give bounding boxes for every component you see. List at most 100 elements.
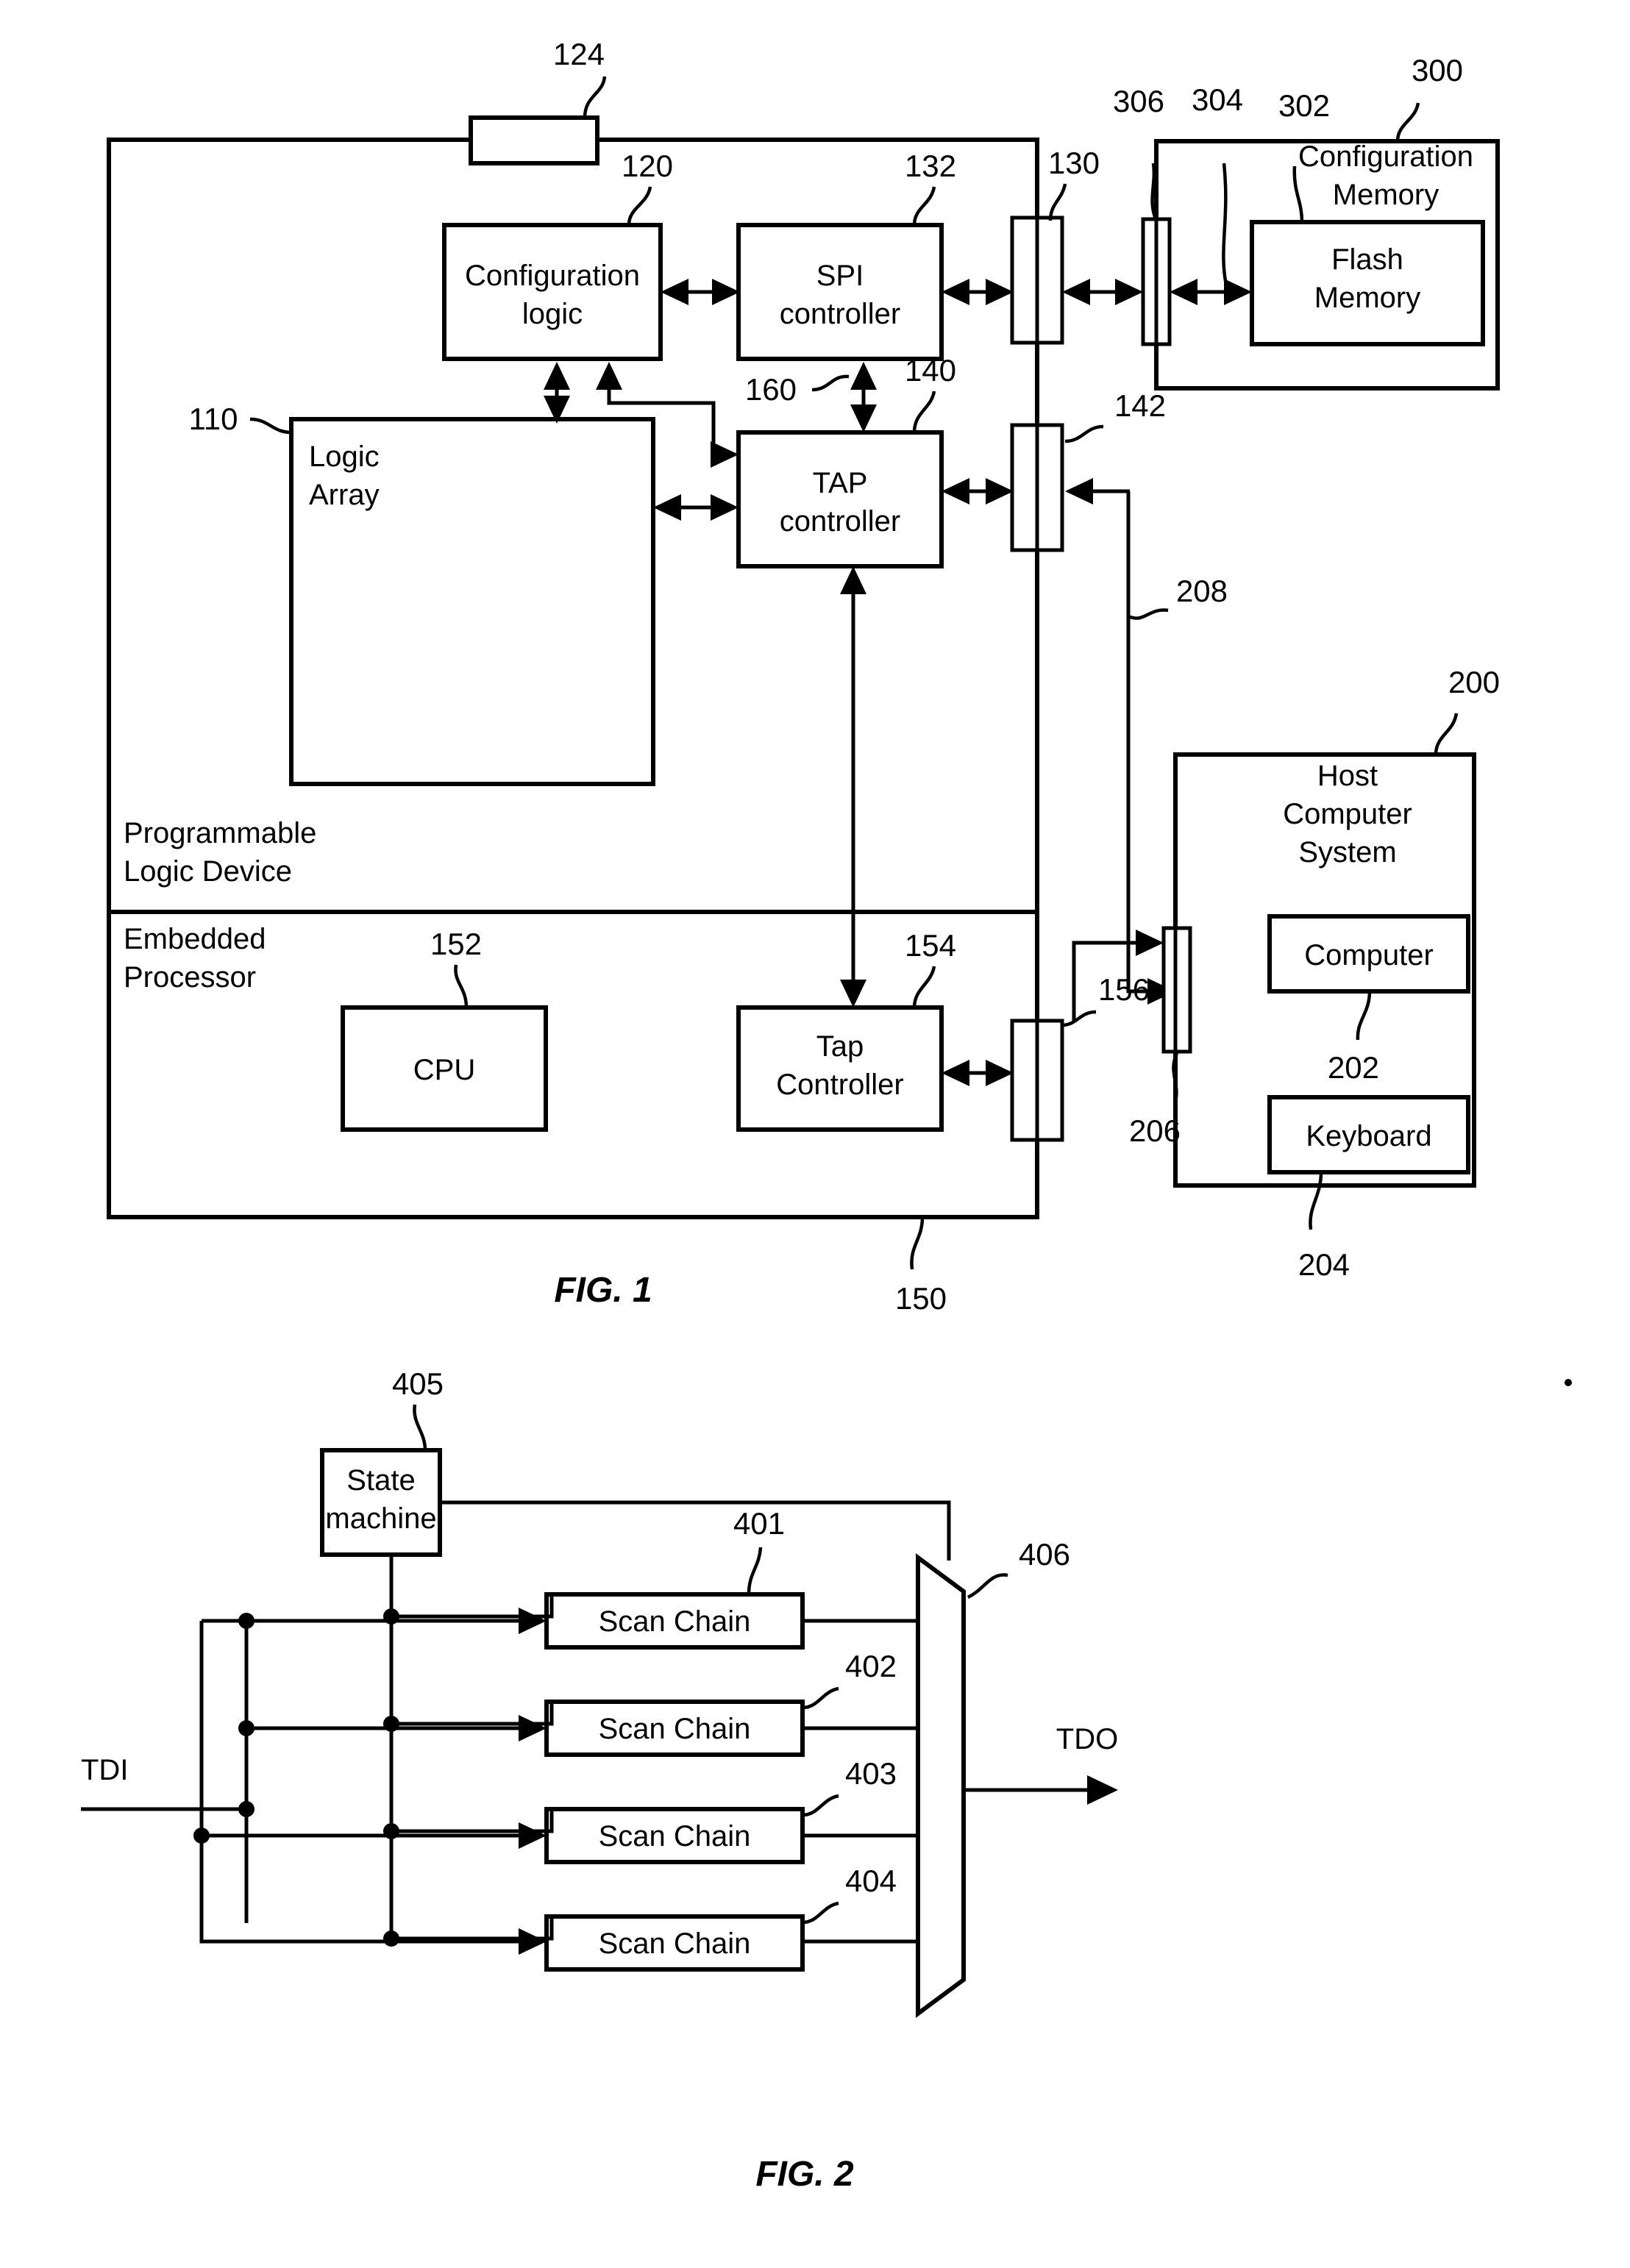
leader-406 xyxy=(967,1573,1008,1600)
leader-302 xyxy=(1292,165,1304,223)
leader-152 xyxy=(454,964,469,1008)
leader-402 xyxy=(802,1686,839,1710)
tdo-label: TDO xyxy=(1056,1723,1118,1755)
leader-404 xyxy=(802,1901,839,1925)
leader-304 xyxy=(1222,163,1229,289)
scan-chain-label-1: Scan Chain xyxy=(599,1605,751,1638)
leader-401 xyxy=(747,1547,763,1595)
computer-label: Computer xyxy=(1304,939,1434,971)
ref-405: 405 xyxy=(392,1366,444,1401)
ref-208: 208 xyxy=(1176,574,1228,608)
tap-controller-label-line2: controller xyxy=(780,505,901,538)
arrow-tapcontroller-pad156 xyxy=(942,1060,1014,1086)
leader-208 xyxy=(1128,608,1169,620)
ref-403: 403 xyxy=(845,1756,897,1791)
ref-302: 302 xyxy=(1278,88,1330,123)
configuration-logic-box xyxy=(442,223,663,361)
drawing-sheet: 124 Configuration logic 120 SPI controll… xyxy=(0,0,1630,2268)
leader-403 xyxy=(802,1794,839,1817)
figure-1: 124 Configuration logic 120 SPI controll… xyxy=(107,37,1500,1316)
arrow-configlogic-spi xyxy=(661,279,740,305)
spi-controller-label-line1: SPI xyxy=(816,260,864,292)
flash-memory-label-line1: Flash xyxy=(1331,243,1403,276)
leader-110 xyxy=(249,417,292,435)
arrow-tap-pad142 xyxy=(942,478,1014,504)
leader-156 xyxy=(1061,1010,1097,1027)
pad-306 xyxy=(1141,217,1172,346)
pad-124 xyxy=(469,115,599,165)
ref-160: 160 xyxy=(745,372,797,407)
tap-controller2-label-line2: Controller xyxy=(776,1069,903,1101)
ref-154: 154 xyxy=(905,928,956,963)
tap-controller-box xyxy=(736,430,944,568)
host-label-line1: Host xyxy=(1317,760,1378,792)
pld-label-line2: Logic Device xyxy=(124,855,292,888)
host-label-line2: Computer xyxy=(1283,798,1412,830)
arrow-configlogic-logicarray xyxy=(544,362,570,424)
leader-140 xyxy=(912,391,936,433)
ref-206: 206 xyxy=(1129,1113,1181,1148)
flash-memory-label-line2: Memory xyxy=(1314,282,1420,314)
pld-label-line1: Programmable xyxy=(124,817,316,849)
logic-array-label-line2: Array xyxy=(309,479,380,511)
tap-controller2-label-line1: Tap xyxy=(816,1030,864,1063)
pad-142 xyxy=(1010,423,1064,552)
state-machine-label-line1: State xyxy=(346,1464,415,1497)
leader-300 xyxy=(1395,102,1420,142)
pad-206 xyxy=(1161,926,1192,1054)
leader-202 xyxy=(1356,991,1372,1041)
leader-142 xyxy=(1064,424,1104,443)
figures-canvas: 124 Configuration logic 120 SPI controll… xyxy=(81,37,1572,2194)
signal-208 xyxy=(1065,478,1175,1005)
ref-204: 204 xyxy=(1298,1247,1350,1282)
arrow-spi-tap-160 xyxy=(850,362,877,432)
configuration-memory-label-line2: Memory xyxy=(1333,179,1439,211)
ref-306: 306 xyxy=(1113,84,1164,118)
ref-110: 110 xyxy=(189,402,238,436)
configuration-logic-label-line2: logic xyxy=(522,298,583,330)
scan-chain-label-2: Scan Chain xyxy=(599,1713,751,1745)
spi-controller-label-line2: controller xyxy=(780,298,901,330)
configuration-logic-label-line1: Configuration xyxy=(465,260,640,292)
ref-142: 142 xyxy=(1114,388,1166,423)
figure-1-caption: FIG. 1 xyxy=(554,1271,652,1310)
ref-402: 402 xyxy=(845,1649,897,1683)
stray-speck xyxy=(1565,1379,1572,1386)
arrow-spi-pad130 xyxy=(942,279,1014,305)
scan-chain-label-4: Scan Chain xyxy=(599,1928,751,1960)
ref-202: 202 xyxy=(1328,1050,1379,1085)
ref-404: 404 xyxy=(845,1864,897,1898)
logic-array-label-line1: Logic xyxy=(309,441,380,473)
ref-150: 150 xyxy=(895,1281,947,1316)
ref-406: 406 xyxy=(1019,1537,1070,1572)
tdo-output xyxy=(964,1775,1118,1805)
ref-152: 152 xyxy=(430,927,482,961)
ref-130: 130 xyxy=(1048,146,1100,180)
configuration-memory-label-line1: Configuration xyxy=(1298,140,1473,173)
arrow-logicarray-tap xyxy=(653,494,739,521)
embedded-processor-label-line2: Processor xyxy=(124,961,256,994)
signal-tap-to-tapcontroller xyxy=(840,566,866,1008)
multiplexer-406 xyxy=(916,1553,966,2018)
leader-124 xyxy=(583,76,607,118)
leader-120 xyxy=(627,186,652,226)
host-label-line3: System xyxy=(1298,836,1396,869)
leader-154 xyxy=(912,966,936,1008)
leader-160 xyxy=(811,374,850,392)
ref-120: 120 xyxy=(622,149,673,183)
leader-150 xyxy=(910,1216,925,1270)
control-stubs xyxy=(383,1594,554,1947)
mux-select-line xyxy=(440,1500,951,1561)
leader-405 xyxy=(413,1404,427,1451)
state-machine-label-line2: machine xyxy=(325,1502,436,1535)
pad-130 xyxy=(1010,215,1064,345)
ref-156: 156 xyxy=(1098,972,1150,1007)
figure-2-caption: FIG. 2 xyxy=(755,2155,854,2194)
leader-204 xyxy=(1309,1172,1323,1230)
arrow-pad130-pad306 xyxy=(1062,279,1143,305)
embedded-processor-label-line1: Embedded xyxy=(124,923,266,955)
ref-124: 124 xyxy=(553,37,605,71)
leader-132 xyxy=(912,186,936,226)
tdi-label: TDI xyxy=(81,1754,128,1786)
leader-200 xyxy=(1434,713,1459,755)
